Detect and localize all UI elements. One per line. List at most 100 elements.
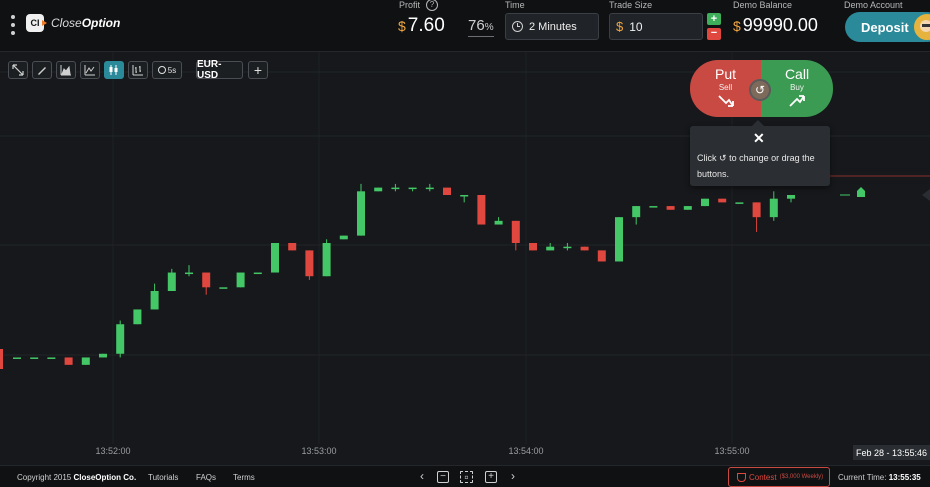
candle-body bbox=[769, 198, 778, 218]
candle-body bbox=[563, 246, 572, 249]
tutorials-link[interactable]: Tutorials bbox=[148, 473, 178, 482]
trophy-icon bbox=[737, 472, 746, 482]
candle-body bbox=[116, 324, 125, 354]
candle-body bbox=[580, 246, 589, 251]
line-chart-button[interactable] bbox=[80, 61, 100, 79]
symbol-button[interactable]: EUR-USD bbox=[196, 59, 243, 81]
candle-body bbox=[339, 235, 348, 240]
ohlc-chart-button[interactable] bbox=[128, 61, 148, 79]
brand-name: CloseOption bbox=[51, 16, 121, 30]
candle-body bbox=[322, 243, 331, 277]
clock-icon bbox=[512, 21, 523, 32]
payout-percent: 76% bbox=[468, 17, 494, 37]
candle-body bbox=[357, 191, 365, 236]
clock-icon bbox=[157, 66, 166, 74]
area-chart-icon bbox=[60, 65, 71, 76]
candle-body bbox=[701, 198, 709, 207]
candle-body bbox=[133, 309, 142, 325]
tooltip-text: Click ↺ to change or drag the buttons. bbox=[697, 153, 815, 179]
balance-value: $99990.00 bbox=[733, 15, 818, 35]
scroll-left-icon[interactable]: ‹ bbox=[416, 470, 428, 483]
candle-body bbox=[718, 198, 727, 203]
candle-body bbox=[81, 357, 90, 365]
menu-icon[interactable] bbox=[10, 15, 16, 35]
trade-size-decrease-button[interactable]: − bbox=[707, 28, 721, 40]
mountain-chart-button[interactable] bbox=[56, 61, 76, 79]
candlestick-chart-button[interactable] bbox=[104, 61, 124, 79]
candle-body bbox=[305, 250, 314, 277]
footer-bar: Copyright 2015 CloseOption Co. Tutorials… bbox=[0, 465, 930, 487]
time-select[interactable]: 2 Minutes bbox=[505, 13, 599, 40]
candle-body bbox=[219, 287, 228, 289]
zoom-out-icon[interactable]: − bbox=[437, 471, 449, 483]
candle-body bbox=[253, 272, 262, 275]
candle-body bbox=[787, 195, 795, 199]
candle-body bbox=[632, 206, 641, 218]
candle-body bbox=[752, 202, 761, 218]
x-axis-tick-label: 13:53:00 bbox=[301, 446, 336, 456]
candle-body bbox=[13, 357, 21, 359]
candle-body bbox=[391, 187, 400, 190]
draw-tool-button[interactable] bbox=[32, 61, 52, 79]
candle-body bbox=[529, 243, 537, 251]
arrow-up-right-icon bbox=[789, 95, 805, 107]
profit-value: $7.60 bbox=[398, 15, 445, 36]
account-label: Demo Account bbox=[844, 0, 903, 10]
pencil-icon bbox=[38, 67, 46, 75]
candle-body bbox=[443, 187, 451, 195]
candle-body bbox=[683, 206, 692, 210]
close-icon[interactable]: ✕ bbox=[753, 130, 765, 147]
current-price-marker bbox=[857, 187, 865, 197]
arrow-down-right-icon bbox=[717, 95, 734, 107]
add-symbol-button[interactable]: + bbox=[248, 61, 268, 79]
expand-icon bbox=[12, 64, 24, 76]
candle-body bbox=[271, 243, 279, 273]
trade-size-input[interactable]: $ 10 bbox=[609, 13, 703, 40]
candle-body bbox=[30, 357, 39, 359]
app-window: CI CloseOption Profit ? $7.60 76% Time 2… bbox=[0, 0, 930, 487]
candle-body bbox=[477, 195, 486, 225]
candle-body bbox=[99, 353, 107, 358]
trade-size-increase-button[interactable]: + bbox=[707, 13, 721, 25]
candle-body bbox=[597, 250, 606, 262]
candle-body bbox=[288, 243, 297, 251]
candle-body bbox=[546, 246, 555, 251]
help-icon[interactable]: ? bbox=[426, 0, 438, 11]
candle-body bbox=[735, 202, 744, 204]
candle-body bbox=[511, 220, 520, 243]
candle-body bbox=[649, 206, 658, 208]
logo[interactable]: CI CloseOption bbox=[26, 14, 120, 32]
zoom-in-icon[interactable]: + bbox=[485, 471, 497, 483]
price-axis-pointer bbox=[922, 189, 930, 201]
faqs-link[interactable]: FAQs bbox=[196, 473, 216, 482]
scroll-right-icon[interactable]: › bbox=[507, 470, 519, 483]
contest-button[interactable]: Contest ($3,000 Weekly) bbox=[728, 467, 830, 487]
x-axis-tick-label: 13:52:00 bbox=[95, 446, 130, 456]
candle-body bbox=[47, 357, 56, 359]
candle-body bbox=[460, 195, 469, 197]
candle-body bbox=[202, 272, 211, 288]
call-button[interactable]: Call Buy bbox=[761, 60, 833, 117]
swap-buttons-icon[interactable]: ↺ bbox=[749, 79, 771, 101]
copyright-text: Copyright 2015 CloseOption Co. bbox=[17, 473, 137, 482]
candle-body bbox=[64, 357, 73, 365]
header-bar: CI CloseOption Profit ? $7.60 76% Time 2… bbox=[0, 0, 930, 52]
swap-icon: ↺ bbox=[719, 153, 727, 163]
fullscreen-button[interactable] bbox=[8, 61, 28, 79]
logo-mark-icon: CI bbox=[26, 14, 47, 32]
timeframe-button[interactable]: 5s bbox=[152, 61, 182, 79]
candle-body bbox=[374, 187, 383, 192]
terms-link[interactable]: Terms bbox=[233, 473, 255, 482]
x-axis-tick-label: 13:54:00 bbox=[508, 446, 543, 456]
bar-chart-icon bbox=[132, 65, 143, 76]
candle-body bbox=[615, 217, 623, 262]
chart-toolbar: 5s bbox=[8, 61, 182, 79]
candle-body bbox=[150, 291, 159, 310]
left-price-marker bbox=[0, 349, 3, 369]
time-label: Time bbox=[505, 0, 525, 10]
candle-body bbox=[425, 187, 434, 190]
fit-screen-icon[interactable]: ▫ bbox=[460, 471, 473, 483]
current-time: Current Time: 13:55:35 bbox=[838, 473, 921, 482]
candle-body bbox=[666, 206, 675, 210]
candle-body bbox=[167, 272, 176, 291]
